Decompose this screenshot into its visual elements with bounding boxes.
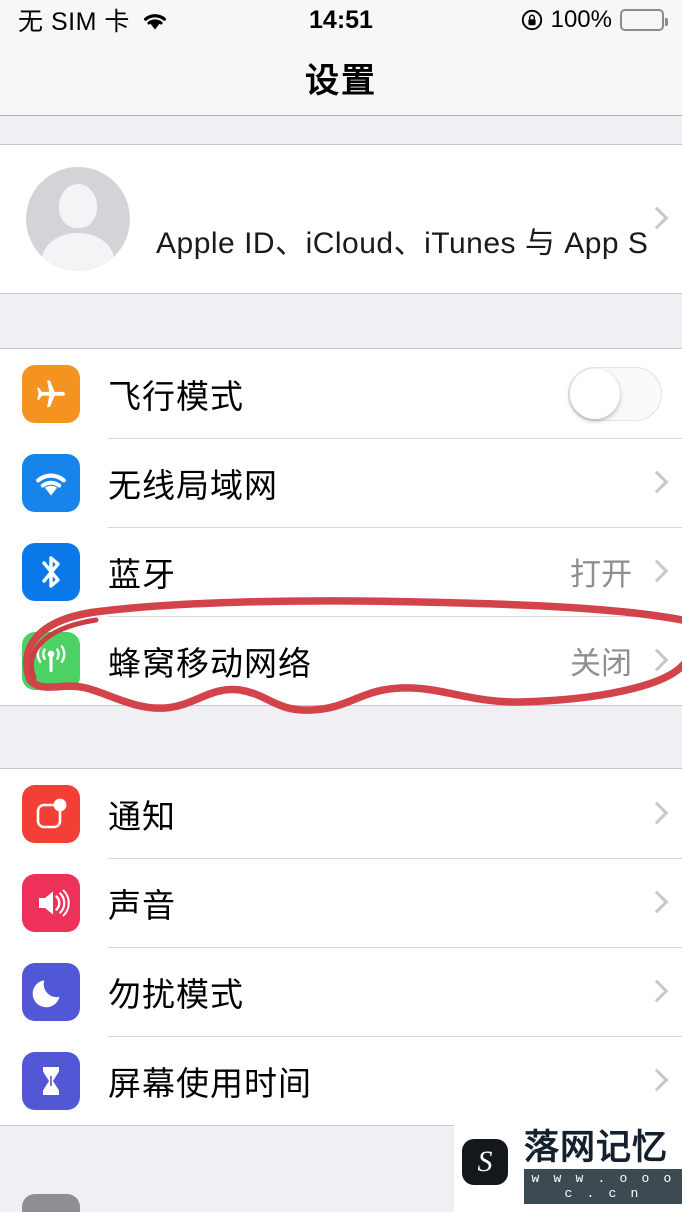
watermark-text-block: 落网记忆 w w w . o o o c . c n	[524, 1130, 682, 1204]
chevron-right-icon	[648, 470, 662, 496]
settings-row-sounds[interactable]: 声音	[0, 858, 682, 947]
settings-row-do-not-disturb[interactable]: 勿扰模式	[0, 947, 682, 1036]
row-label: 通知	[108, 797, 176, 835]
status-bar-right: 100%	[341, 6, 668, 34]
chevron-right-icon	[648, 206, 662, 232]
battery-percent-label: 100%	[550, 6, 612, 33]
wifi-icon	[140, 9, 170, 31]
watermark-url: w w w . o o o c . c n	[524, 1169, 682, 1204]
chevron-right-icon	[648, 1068, 662, 1094]
settings-row-screen-time[interactable]: 屏幕使用时间	[0, 1036, 682, 1125]
row-label: 飞行模式	[108, 377, 244, 415]
row-label: 蓝牙	[108, 555, 176, 593]
wifi-icon	[22, 453, 80, 512]
navigation-bar: 设置	[0, 40, 682, 116]
page-title: 设置	[305, 62, 377, 100]
row-label: 蜂窝移动网络	[108, 644, 312, 682]
row-label: 勿扰模式	[108, 975, 244, 1013]
airplane-icon	[22, 364, 80, 423]
ios-settings-screen: 无 SIM 卡 14:51 100% 设置 Apple ID、iCloud、iT…	[0, 0, 682, 1212]
chevron-right-icon	[648, 801, 662, 827]
row-label: 屏幕使用时间	[108, 1064, 312, 1102]
person-avatar-icon	[26, 167, 130, 271]
apple-id-text-block: Apple ID、iCloud、iTunes 与 App St...	[156, 176, 648, 262]
apple-id-name	[156, 176, 648, 214]
hourglass-icon	[22, 1051, 80, 1110]
row-label: 声音	[108, 886, 176, 924]
moon-icon	[22, 962, 80, 1021]
chevron-right-icon	[648, 559, 662, 585]
settings-row-wifi[interactable]: 无线局域网	[0, 438, 682, 527]
settings-row-bluetooth[interactable]: 蓝牙 打开	[0, 527, 682, 616]
carrier-label: 无 SIM 卡	[18, 8, 130, 36]
notifications-group: 通知 声音 勿扰模式 屏幕使用时间	[0, 768, 682, 1126]
spacer-after-connectivity	[0, 706, 682, 768]
row-label: 无线局域网	[108, 466, 278, 504]
sound-speaker-icon	[22, 873, 80, 932]
connectivity-group: 飞行模式 无线局域网 蓝牙 打开 蜂窝移动网络 关闭	[0, 348, 682, 706]
chevron-right-icon	[648, 890, 662, 916]
chevron-right-icon	[648, 648, 662, 674]
battery-full-icon	[620, 9, 668, 31]
status-bar-left: 无 SIM 卡	[18, 2, 341, 38]
apple-id-group: Apple ID、iCloud、iTunes 与 App St...	[0, 144, 682, 294]
rotation-lock-icon	[521, 9, 543, 31]
apple-id-row[interactable]: Apple ID、iCloud、iTunes 与 App St...	[0, 145, 682, 293]
spacer-top	[0, 116, 682, 144]
airplane-mode-toggle[interactable]	[568, 366, 662, 421]
cellular-antenna-icon	[22, 631, 80, 690]
settings-row-notifications[interactable]: 通知	[0, 769, 682, 858]
swirl-s-logo-icon: S	[462, 1139, 518, 1195]
notifications-icon	[22, 784, 80, 843]
row-value: 关闭	[570, 646, 632, 681]
settings-row-airplane-mode[interactable]: 飞行模式	[0, 349, 682, 438]
settings-row-cellular[interactable]: 蜂窝移动网络 关闭	[0, 616, 682, 705]
status-bar: 无 SIM 卡 14:51 100%	[0, 0, 682, 40]
bluetooth-icon	[22, 542, 80, 601]
next-group-partial-icon	[22, 1194, 80, 1212]
chevron-right-icon	[648, 979, 662, 1005]
spacer-after-apple-id	[0, 294, 682, 348]
site-watermark: S 落网记忆 w w w . o o o c . c n	[454, 1122, 682, 1212]
watermark-title: 落网记忆	[524, 1128, 669, 1167]
row-value: 打开	[570, 557, 632, 592]
apple-id-subtitle: Apple ID、iCloud、iTunes 与 App St...	[156, 227, 648, 260]
